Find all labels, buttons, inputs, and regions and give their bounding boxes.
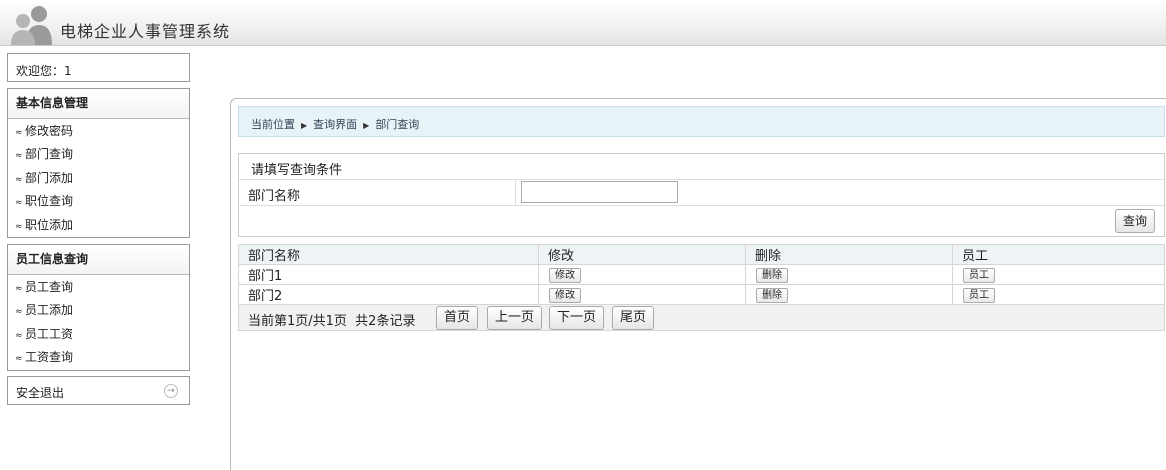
arrow-right-icon: →	[164, 384, 178, 398]
double-chevron-up-icon: ≈	[15, 354, 23, 365]
welcome-text: 欢迎您：1	[7, 53, 190, 82]
edit-button[interactable]: 修改	[549, 267, 581, 283]
column-header: 修改	[538, 244, 746, 265]
logout-label: 安全退出	[16, 386, 65, 400]
last-page-button[interactable]: 尾页	[612, 306, 655, 330]
staff-button[interactable]: 员工	[963, 287, 995, 303]
menu-header-basic-info[interactable]: 基本信息管理	[8, 89, 189, 119]
table-row: 部门2 修改 删除 员工	[238, 284, 1165, 305]
pagination-bar: 当前第1页/共1页 共2条记录 首页 上一页 下一页 尾页	[238, 305, 1165, 331]
column-header: 部门名称	[238, 244, 539, 265]
prev-page-button[interactable]: 上一页	[487, 306, 543, 330]
dept-name-cell: 部门2	[238, 284, 539, 305]
dept-name-label: 部门名称	[248, 189, 301, 204]
breadcrumb-item[interactable]: 查询界面	[313, 118, 357, 131]
table-header-row: 部门名称 修改 删除 员工	[238, 244, 1165, 265]
breadcrumb-item[interactable]: 当前位置	[251, 118, 295, 131]
double-chevron-up-icon: ≈	[15, 307, 23, 318]
double-chevron-up-icon: ≈	[15, 221, 23, 232]
edit-button[interactable]: 修改	[549, 287, 581, 303]
first-page-button[interactable]: 首页	[436, 306, 479, 330]
query-heading: 请填写查询条件	[239, 154, 1164, 180]
dept-name-cell: 部门1	[238, 264, 539, 285]
triangle-right-icon: ▶	[363, 121, 370, 130]
result-section: 部门名称 修改 删除 员工 部门1 修改 删除 员工 部门2 修改 删除 员工	[238, 244, 1165, 331]
menu-item-employee-query[interactable]: ≈ 员工查询	[8, 276, 189, 299]
double-chevron-up-icon: ≈	[15, 284, 23, 294]
double-chevron-up-icon: ≈	[15, 151, 23, 162]
menu-employee-info: 员工信息查询 ≈ 员工查询 ≈ 员工添加 ≈ 员工工资 ≈ 工资查询	[7, 244, 190, 371]
dept-name-input[interactable]	[521, 181, 678, 203]
double-chevron-up-icon: ≈	[15, 174, 23, 185]
menu-item-position-query[interactable]: ≈ 职位查询	[8, 190, 189, 213]
menu-item-employee-add[interactable]: ≈ 员工添加	[8, 299, 189, 322]
double-chevron-up-icon: ≈	[15, 330, 23, 341]
breadcrumb: 当前位置 ▶ 查询界面 ▶ 部门查询	[238, 106, 1165, 137]
column-header: 员工	[952, 244, 1165, 265]
menu-item-salary-query[interactable]: ≈ 工资查询	[8, 346, 189, 369]
users-icon	[11, 6, 52, 45]
menu-item-dept-add[interactable]: ≈ 部门添加	[8, 167, 189, 190]
column-header: 删除	[745, 244, 953, 265]
query-button[interactable]: 查询	[1114, 209, 1155, 233]
table-row: 部门1 修改 删除 员工	[238, 264, 1165, 285]
app-title: 电梯企业人事管理系统	[60, 22, 231, 41]
delete-button[interactable]: 删除	[756, 287, 788, 303]
menu-header-employee-info[interactable]: 员工信息查询	[8, 245, 189, 275]
staff-button[interactable]: 员工	[963, 267, 995, 283]
double-chevron-up-icon: ≈	[15, 128, 23, 138]
triangle-right-icon: ▶	[301, 121, 308, 130]
menu-item-dept-query[interactable]: ≈ 部门查询	[8, 143, 189, 166]
menu-item-position-add[interactable]: ≈ 职位添加	[8, 214, 189, 237]
menu-item-employee-salary[interactable]: ≈ 员工工资	[8, 323, 189, 346]
next-page-button[interactable]: 下一页	[549, 306, 605, 330]
double-chevron-up-icon: ≈	[15, 198, 23, 209]
delete-button[interactable]: 删除	[756, 267, 788, 283]
main-panel: 当前位置 ▶ 查询界面 ▶ 部门查询 请填写查询条件 部门名称 查询 部门名称 修改 删…	[230, 98, 1166, 470]
breadcrumb-item[interactable]: 部门查询	[375, 118, 419, 131]
pagination-info: 当前第1页/共1页 共2条记录	[248, 314, 416, 329]
divider	[515, 180, 516, 205]
query-form: 请填写查询条件 部门名称 查询	[238, 153, 1165, 237]
logout-button[interactable]: 安全退出 →	[7, 376, 190, 405]
dept-table: 部门名称 修改 删除 员工 部门1 修改 删除 员工 部门2 修改 删除 员工	[238, 244, 1165, 305]
menu-basic-info: 基本信息管理 ≈ 修改密码 ≈ 部门查询 ≈ 部门添加 ≈ 职位查询 ≈ 职位添加	[7, 88, 190, 238]
app-header: 电梯企业人事管理系统	[0, 0, 1166, 46]
menu-item-change-password[interactable]: ≈ 修改密码	[8, 120, 189, 143]
